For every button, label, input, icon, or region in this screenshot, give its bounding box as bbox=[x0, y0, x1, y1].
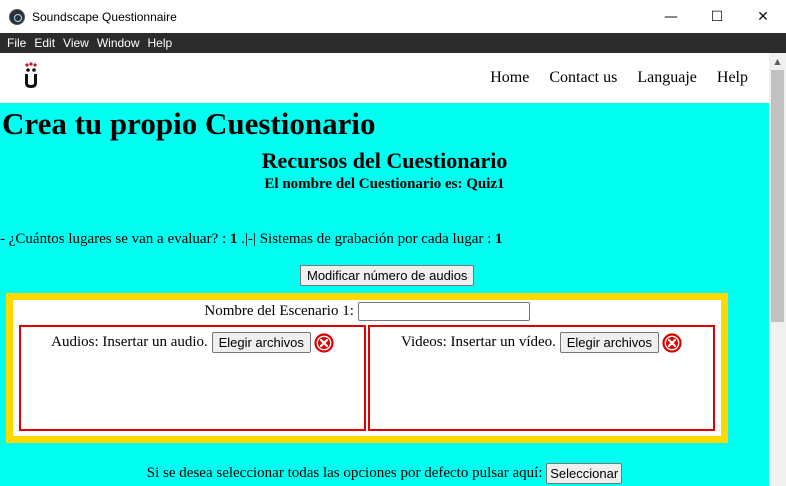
nav-help-link[interactable]: Help bbox=[717, 69, 748, 87]
minimize-icon[interactable]: — bbox=[648, 0, 694, 33]
video-label: Videos: Insertar un vídeo. bbox=[401, 333, 560, 350]
audio-row: Audios: Insertar un audio. Elegir archiv… bbox=[21, 332, 364, 353]
menu-bar: File Edit View Window Help bbox=[0, 33, 786, 53]
video-panel: Videos: Insertar un vídeo. Elegir archiv… bbox=[368, 325, 715, 431]
scenario-name-input[interactable] bbox=[357, 302, 530, 321]
top-navbar: Home Contact us Languaje Help bbox=[0, 53, 769, 103]
quiz-name-label: El nombre del Cuestionario es: Quiz1 bbox=[264, 176, 505, 192]
nav-home-link[interactable]: Home bbox=[490, 69, 529, 87]
nav-contact-link[interactable]: Contact us bbox=[549, 69, 617, 87]
systems-question: Sistemas de grabación por cada lugar : bbox=[259, 231, 496, 247]
menu-edit[interactable]: Edit bbox=[30, 36, 59, 50]
remove-audio-icon[interactable] bbox=[314, 332, 334, 353]
audio-panel: Audios: Insertar un audio. Elegir archiv… bbox=[19, 325, 366, 431]
places-question: - ¿Cuántos lugares se van a evaluar? : bbox=[0, 231, 230, 247]
remove-video-icon[interactable] bbox=[662, 332, 682, 353]
maximize-icon[interactable]: ☐ bbox=[694, 0, 740, 33]
modify-audios-button[interactable]: Modificar número de audios bbox=[300, 265, 475, 286]
systems-value: 1 bbox=[495, 231, 503, 247]
menu-view[interactable]: View bbox=[59, 36, 93, 50]
default-options-row: Si se desea seleccionar todas las opcion… bbox=[0, 463, 769, 484]
menu-window[interactable]: Window bbox=[93, 36, 144, 50]
video-row: Videos: Insertar un vídeo. Elegir archiv… bbox=[370, 332, 713, 353]
select-defaults-button[interactable]: Seleccionar bbox=[546, 463, 623, 484]
menu-help[interactable]: Help bbox=[144, 36, 177, 50]
window-titlebar: Soundscape Questionnaire — ☐ ✕ bbox=[0, 0, 786, 33]
default-options-text: Si se desea seleccionar todas las opcion… bbox=[146, 464, 547, 481]
video-choose-files-button[interactable]: Elegir archivos bbox=[559, 332, 659, 353]
page-title: Crea tu propio Cuestionario bbox=[2, 106, 376, 141]
university-logo-icon[interactable] bbox=[22, 62, 40, 90]
nav-language-link[interactable]: Languaje bbox=[637, 69, 697, 87]
main-content: Crea tu propio Cuestionario Recursos del… bbox=[0, 103, 769, 486]
section-title: Recursos del Cuestionario bbox=[261, 148, 508, 173]
window-title: Soundscape Questionnaire bbox=[32, 9, 177, 24]
audio-label: Audios: Insertar un audio. bbox=[51, 333, 212, 350]
close-icon[interactable]: ✕ bbox=[740, 0, 786, 33]
info-separator: .|-| bbox=[237, 231, 260, 247]
menu-file[interactable]: File bbox=[3, 36, 30, 50]
window-controls: — ☐ ✕ bbox=[648, 0, 786, 33]
page-viewport: Home Contact us Languaje Help Crea tu pr… bbox=[0, 53, 769, 486]
scenario-name-row: Nombre del Escenario 1: bbox=[13, 302, 721, 321]
scrollbar-thumb[interactable] bbox=[771, 70, 784, 322]
audio-choose-files-button[interactable]: Elegir archivos bbox=[211, 332, 311, 353]
vertical-scrollbar[interactable]: ▲ bbox=[769, 53, 786, 486]
places-info-line: - ¿Cuántos lugares se van a evaluar? : 1… bbox=[0, 231, 503, 248]
scenario-box: Nombre del Escenario 1: Audios: Insertar… bbox=[6, 293, 728, 443]
scenario-name-label: Nombre del Escenario 1: bbox=[204, 302, 358, 319]
scroll-up-icon[interactable]: ▲ bbox=[769, 53, 786, 70]
nav-links: Home Contact us Languaje Help bbox=[470, 69, 748, 87]
app-icon bbox=[9, 8, 25, 25]
